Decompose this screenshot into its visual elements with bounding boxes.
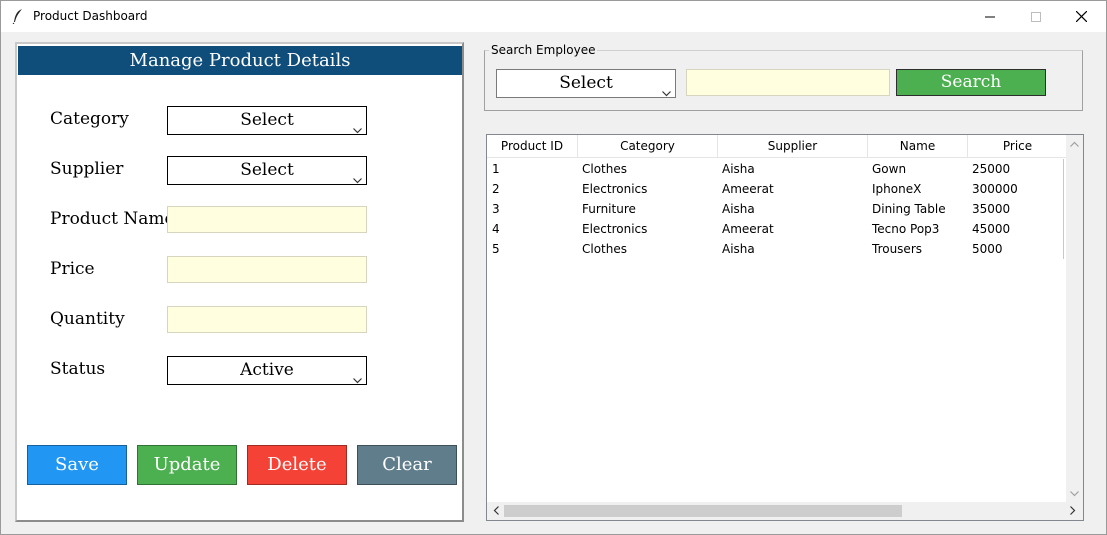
table-header: Product ID Category Supplier Name Price (487, 135, 1067, 158)
supplier-select[interactable]: Select (167, 156, 367, 185)
maximize-icon (1031, 11, 1041, 22)
cell-price: 300000 (972, 182, 1018, 196)
form-header: Manage Product Details (18, 46, 462, 75)
status-select[interactable]: Active (167, 356, 367, 385)
close-button[interactable] (1058, 1, 1104, 32)
category-label: Category (50, 109, 129, 129)
search-by-select[interactable]: Select (496, 69, 676, 98)
price-field[interactable] (167, 256, 367, 283)
cell-name: Gown (872, 162, 907, 176)
status-label: Status (50, 359, 106, 379)
table-row[interactable]: 1 Clothes Aisha Gown 25000 (487, 159, 1063, 179)
feather-icon (12, 8, 24, 25)
cell-supplier: Aisha (722, 202, 755, 216)
clear-button[interactable]: Clear (357, 445, 457, 485)
cell-product-id: 4 (492, 222, 500, 236)
horizontal-scroll-thumb[interactable] (504, 505, 902, 517)
cell-product-id: 2 (492, 182, 500, 196)
column-header-supplier[interactable]: Supplier (718, 135, 868, 158)
delete-button[interactable]: Delete (247, 445, 347, 485)
cell-supplier: Aisha (722, 242, 755, 256)
table-row[interactable]: 2 Electronics Ameerat IphoneX 300000 (487, 179, 1063, 199)
cell-price: 25000 (972, 162, 1011, 176)
cell-category: Clothes (582, 242, 627, 256)
quantity-label: Quantity (50, 309, 125, 329)
cell-price: 45000 (972, 222, 1011, 236)
minimize-button[interactable] (967, 1, 1013, 32)
table-row[interactable]: 4 Electronics Ameerat Tecno Pop3 45000 (487, 219, 1063, 239)
category-select-value: Select (240, 110, 294, 130)
table-row[interactable]: 3 Furniture Aisha Dining Table 35000 (487, 199, 1063, 219)
column-divider (1063, 159, 1064, 259)
title-bar[interactable]: Product Dashboard (1, 1, 1106, 32)
column-header-category[interactable]: Category (578, 135, 718, 158)
window-title: Product Dashboard (33, 9, 148, 23)
chevron-down-icon (353, 366, 362, 393)
cell-price: 35000 (972, 202, 1011, 216)
search-input[interactable] (686, 69, 890, 96)
product-table: Product ID Category Supplier Name Price … (486, 134, 1084, 521)
cell-supplier: Aisha (722, 162, 755, 176)
column-header-product-id[interactable]: Product ID (487, 135, 578, 158)
cell-product-id: 1 (492, 162, 500, 176)
scroll-up-icon[interactable] (1066, 135, 1083, 152)
scroll-right-icon[interactable] (1064, 502, 1081, 519)
cell-name: Tecno Pop3 (872, 222, 940, 236)
column-header-name[interactable]: Name (868, 135, 968, 158)
cell-category: Electronics (582, 222, 648, 236)
column-header-price[interactable]: Price (968, 135, 1067, 158)
cell-supplier: Ameerat (722, 182, 774, 196)
product-name-label: Product Name (50, 209, 175, 229)
search-button[interactable]: Search (896, 69, 1046, 96)
chevron-down-icon (662, 79, 671, 106)
update-button[interactable]: Update (137, 445, 237, 485)
supplier-label: Supplier (50, 159, 124, 179)
maximize-button[interactable] (1013, 1, 1059, 32)
horizontal-scrollbar[interactable] (487, 502, 1083, 520)
app-window: Product Dashboard Manage Product Details… (0, 0, 1107, 535)
price-label: Price (50, 259, 95, 279)
category-select[interactable]: Select (167, 106, 367, 135)
cell-product-id: 3 (492, 202, 500, 216)
cell-name: IphoneX (872, 182, 922, 196)
product-name-field[interactable] (167, 206, 367, 233)
search-select-value: Select (559, 73, 613, 93)
cell-product-id: 5 (492, 242, 500, 256)
cell-supplier: Ameerat (722, 222, 774, 236)
scroll-down-icon[interactable] (1066, 485, 1083, 502)
cell-category: Furniture (582, 202, 636, 216)
cell-category: Clothes (582, 162, 627, 176)
search-legend: Search Employee (489, 43, 598, 57)
close-icon (1075, 11, 1087, 22)
cell-name: Trousers (872, 242, 923, 256)
cell-category: Electronics (582, 182, 648, 196)
save-button[interactable]: Save (27, 445, 127, 485)
status-select-value: Active (240, 360, 294, 380)
cell-price: 5000 (972, 242, 1003, 256)
chevron-down-icon (353, 166, 362, 193)
cell-name: Dining Table (872, 202, 946, 216)
vertical-scrollbar[interactable] (1066, 135, 1083, 503)
scroll-left-icon[interactable] (487, 502, 504, 519)
quantity-field[interactable] (167, 306, 367, 333)
chevron-down-icon (353, 116, 362, 143)
table-row[interactable]: 5 Clothes Aisha Trousers 5000 (487, 239, 1063, 259)
product-form-panel: Manage Product Details Category Select S… (15, 42, 464, 522)
minimize-icon (985, 12, 995, 22)
supplier-select-value: Select (240, 160, 294, 180)
